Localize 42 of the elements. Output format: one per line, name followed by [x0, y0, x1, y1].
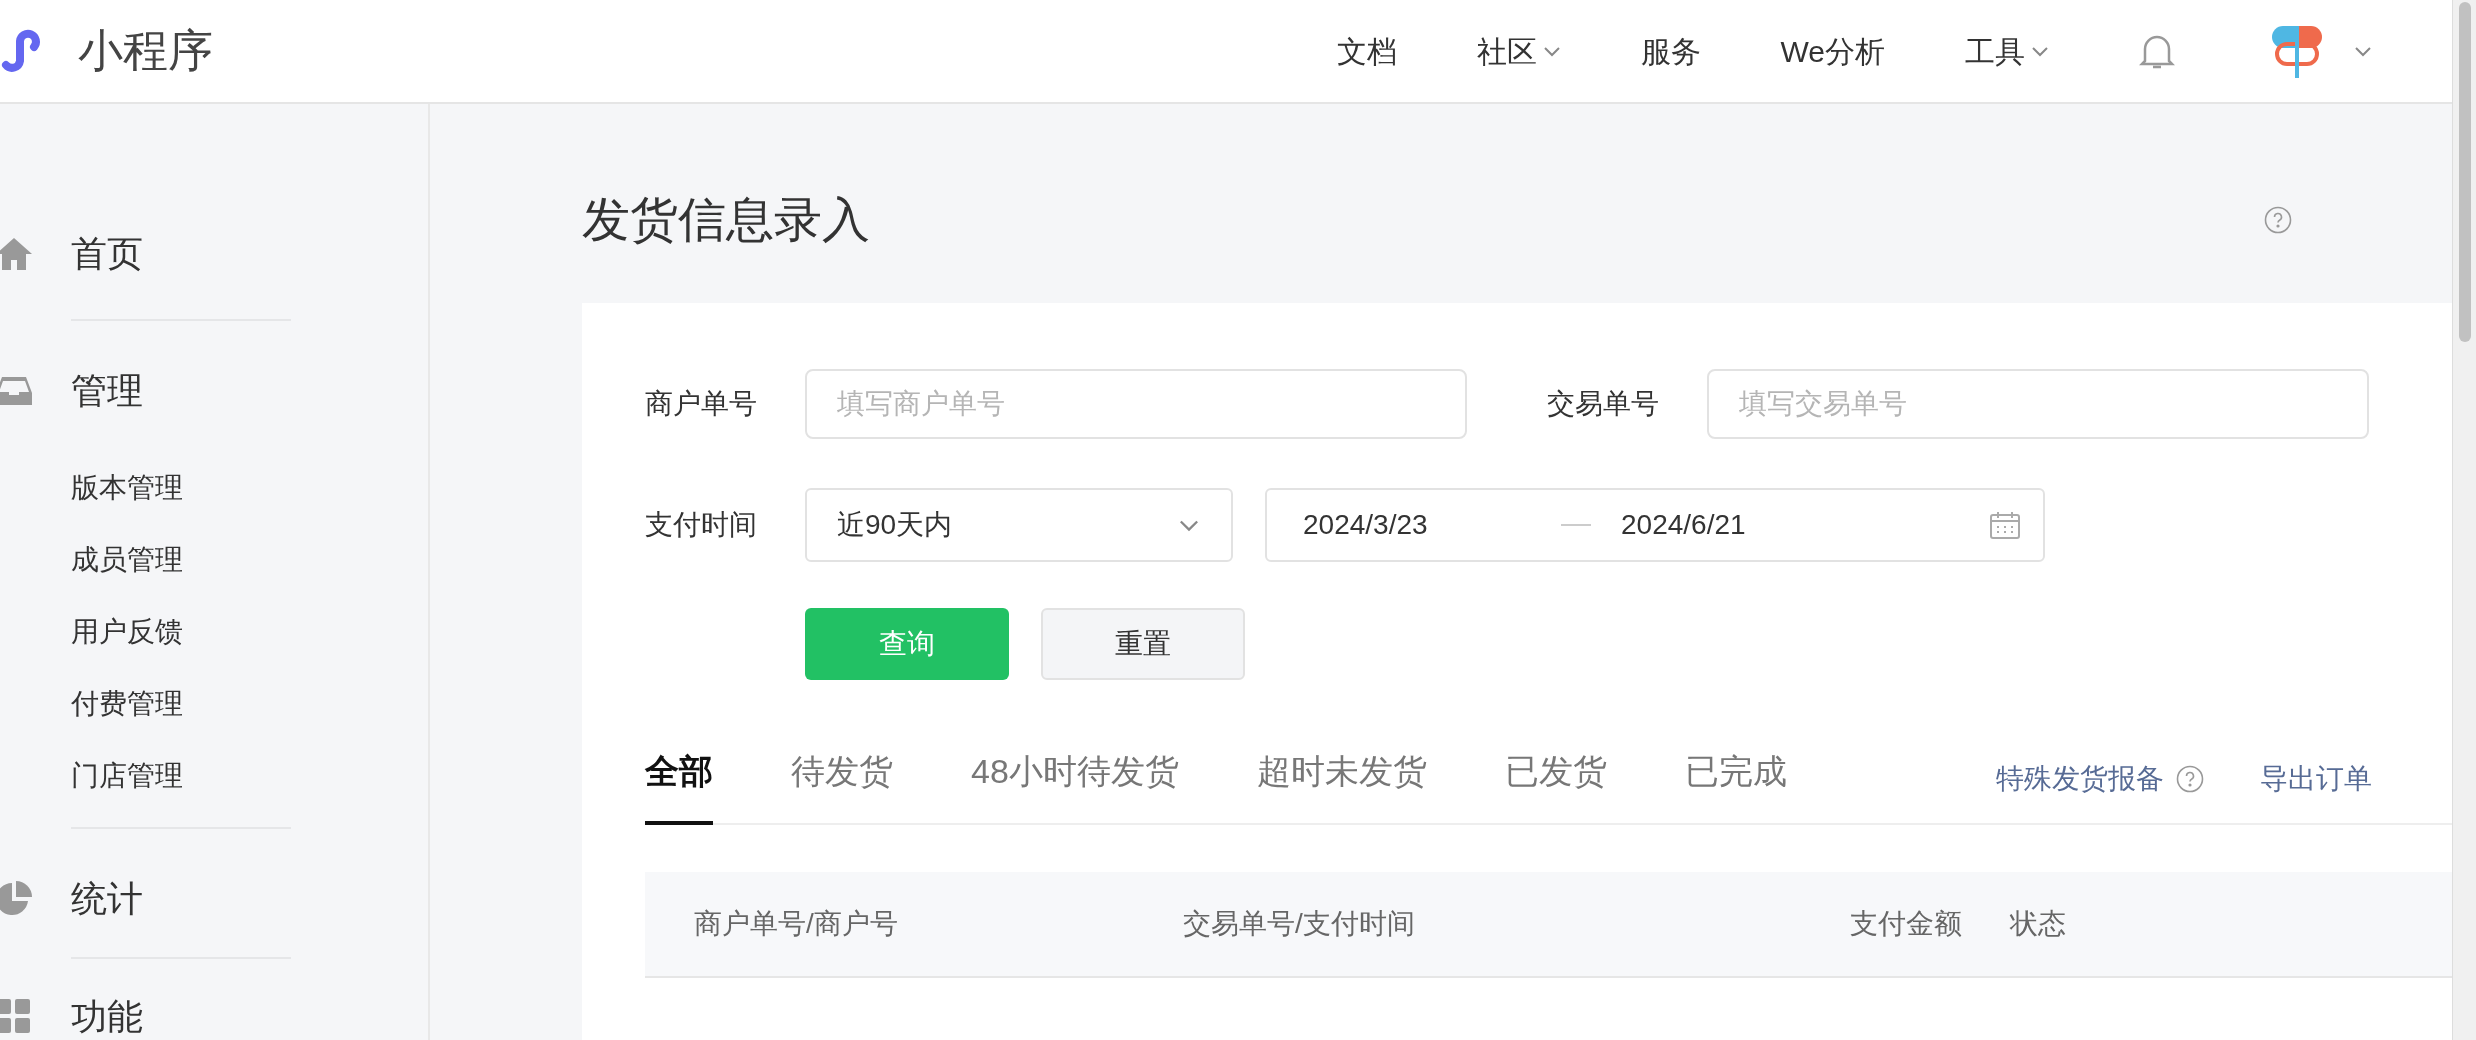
- tab[interactable]: 已完成: [1684, 720, 1787, 825]
- date-range-field[interactable]: 2024/3/23 2024/6/21: [1265, 488, 2045, 562]
- tab[interactable]: 48小时待发货: [971, 720, 1179, 825]
- tab[interactable]: 全部: [645, 720, 713, 825]
- field-label: 商户单号: [645, 387, 758, 421]
- sidebar-item[interactable]: 功能: [0, 987, 428, 1040]
- sidebar-subitem[interactable]: 成员管理: [71, 524, 291, 596]
- input-field[interactable]: 填写商户单号: [805, 369, 1467, 439]
- column-header: 商户单号/商户号: [694, 907, 899, 941]
- sidebar-subitem[interactable]: 版本管理: [71, 452, 291, 524]
- nav-link[interactable]: 社区: [1476, 28, 1561, 74]
- nav-link[interactable]: 文档: [1336, 28, 1397, 74]
- nav-link[interactable]: We分析: [1780, 28, 1885, 74]
- column-header: 状态: [2010, 907, 2067, 941]
- column-header: 支付金额: [1850, 907, 1963, 941]
- nav-link[interactable]: 服务: [1640, 28, 1701, 74]
- column-header: 交易单号/支付时间: [1183, 907, 1416, 941]
- select-field[interactable]: 近90天内: [805, 488, 1233, 562]
- nav-link[interactable]: 工具: [1965, 28, 2049, 74]
- sidebar-item[interactable]: 统计: [0, 869, 428, 929]
- sidebar-subitem[interactable]: 门店管理: [71, 740, 291, 812]
- logo-text: 小程序: [78, 24, 213, 79]
- calendar-icon[interactable]: [1989, 510, 2021, 540]
- tab[interactable]: 超时未发货: [1256, 720, 1427, 825]
- reset-button[interactable]: 重置: [1041, 608, 1245, 680]
- tab[interactable]: 已发货: [1504, 720, 1607, 825]
- sidebar-item[interactable]: 首页: [0, 224, 428, 284]
- scrollbar-thumb[interactable]: [2458, 2, 2471, 342]
- sidebar-subitem[interactable]: 用户反馈: [71, 596, 291, 668]
- tab[interactable]: 待发货: [791, 720, 893, 825]
- link[interactable]: 特殊发货报备: [1996, 758, 2164, 800]
- help-icon[interactable]: [2176, 765, 2204, 793]
- help-icon[interactable]: [2264, 206, 2292, 234]
- field-label: 支付时间: [645, 508, 758, 542]
- input-field[interactable]: 填写交易单号: [1707, 369, 2369, 439]
- page-title: 发货信息录入: [582, 192, 870, 248]
- sidebar-item[interactable]: 管理: [0, 361, 428, 421]
- caret-icon: [2354, 45, 2372, 57]
- link[interactable]: 导出订单: [2260, 758, 2372, 800]
- sidebar-subitem[interactable]: 付费管理: [71, 668, 291, 740]
- caret-icon: [1177, 518, 1201, 532]
- field-label: 交易单号: [1547, 387, 1660, 421]
